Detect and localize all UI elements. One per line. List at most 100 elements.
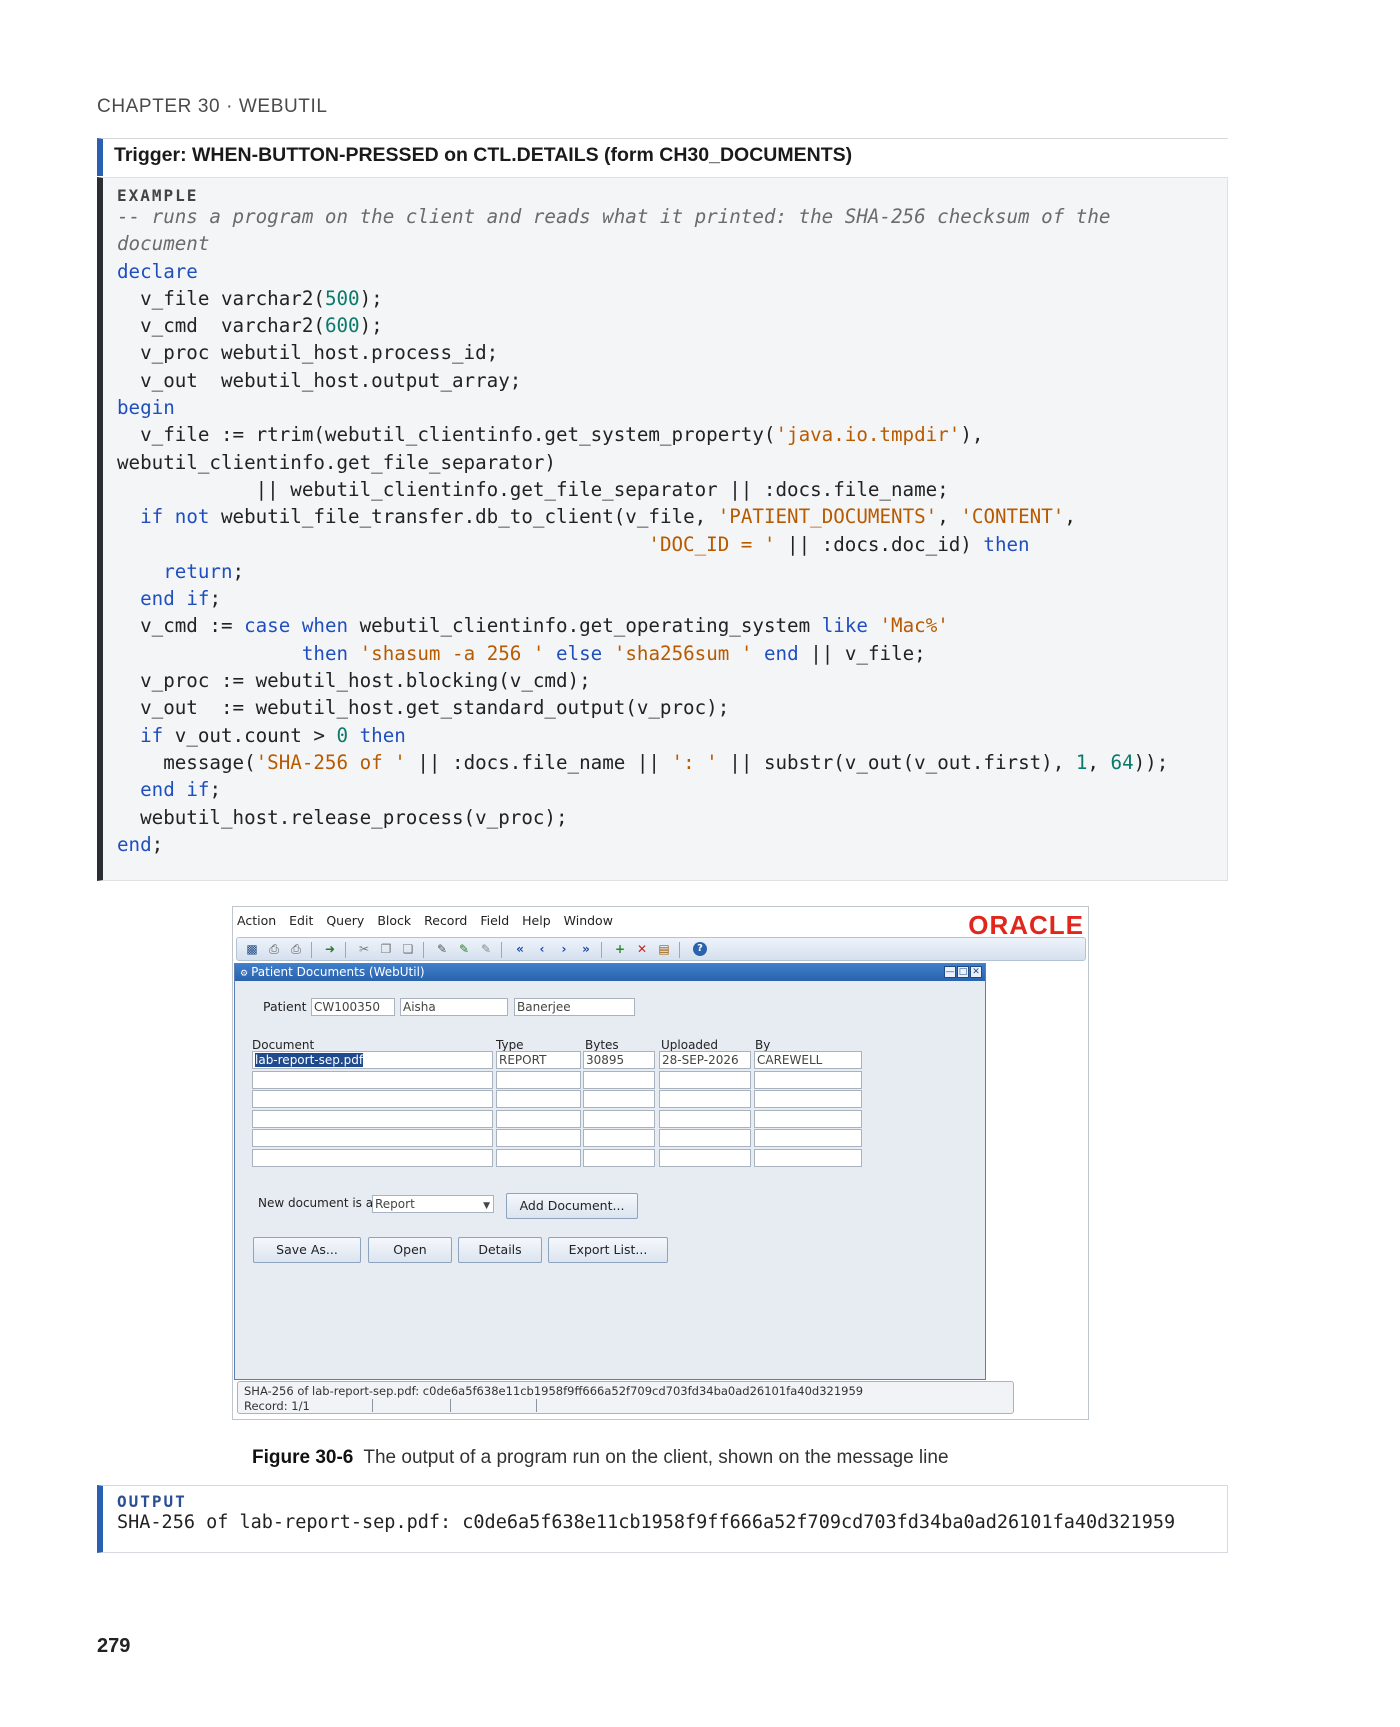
enter-query-icon[interactable]: ✎ (435, 942, 449, 956)
cut-icon[interactable]: ✂ (357, 942, 371, 956)
chevron-down-icon: ▼ (483, 1201, 490, 1211)
cell-by-row-5[interactable] (754, 1129, 862, 1147)
save-as-button[interactable]: Save As... (253, 1237, 361, 1263)
cell-by-row-1[interactable]: CAREWELL (754, 1051, 862, 1069)
trigger-title: Trigger: WHEN-BUTTON-PRESSED on CTL.DETA… (97, 138, 1228, 176)
cell-uploaded-row-1[interactable]: 28-SEP-2026 (659, 1051, 751, 1069)
cell-by-row-4[interactable] (754, 1109, 862, 1128)
cell-bytes-row-6[interactable] (583, 1148, 655, 1167)
cell-bytes-row-1[interactable]: 30895 (583, 1051, 655, 1069)
column-header-type: Type (496, 1038, 524, 1052)
figure-caption: Figure 30-6 The output of a program run o… (252, 1447, 949, 1469)
minimize-icon[interactable]: — (944, 966, 956, 978)
cell-type-row-2[interactable] (496, 1070, 581, 1089)
cell-by-row-2[interactable] (754, 1070, 862, 1089)
menu-record[interactable]: Record (424, 913, 467, 928)
record-indicator: Record: 1/1 (244, 1399, 310, 1413)
window-title: Patient Documents (WebUtil) (251, 965, 425, 979)
form-window: ⚙ Patient Documents (WebUtil) — □ ✕ Patient… (234, 963, 986, 1380)
patient-last-name-field[interactable]: Banerjee (514, 998, 635, 1016)
export-list-button[interactable]: Export List... (548, 1237, 668, 1263)
cell-text: CAREWELL (757, 1053, 823, 1067)
open-button[interactable]: Open (368, 1237, 452, 1263)
column-header-bytes: Bytes (585, 1038, 619, 1052)
figure-label: Figure 30-6 (252, 1447, 354, 1468)
menu-query[interactable]: Query (326, 913, 364, 928)
help-icon[interactable]: ? (693, 942, 707, 956)
print-setup-icon[interactable]: ⎙ (289, 942, 303, 956)
next-block-icon[interactable]: » (579, 942, 593, 956)
menu-block[interactable]: Block (377, 913, 411, 928)
paste-icon[interactable]: ❏ (401, 942, 415, 956)
cell-text: lab-report-sep.pdf (255, 1053, 364, 1067)
cell-document-row-5[interactable] (252, 1129, 493, 1147)
insert-record-icon[interactable]: + (613, 942, 627, 956)
exit-icon[interactable]: ➜ (323, 942, 337, 956)
cell-uploaded-row-5[interactable] (659, 1129, 751, 1147)
cell-type-row-6[interactable] (496, 1148, 581, 1167)
menu-edit[interactable]: Edit (289, 913, 313, 928)
cell-text: 28-SEP-2026 (662, 1053, 739, 1067)
cell-document-row-1[interactable]: lab-report-sep.pdf (252, 1051, 493, 1069)
window-title-bar: ⚙ Patient Documents (WebUtil) — □ ✕ (235, 964, 985, 981)
print-icon[interactable]: ⎙ (267, 942, 281, 956)
cell-type-row-4[interactable] (496, 1109, 581, 1128)
cell-bytes-row-2[interactable] (583, 1070, 655, 1089)
cell-uploaded-row-4[interactable] (659, 1109, 751, 1128)
menu-help[interactable]: Help (522, 913, 551, 928)
toolbar: ▩ ⎙ ⎙ ➜ ✂ ❐ ❏ ✎ ✎ ✎ « ‹ › » + ✕ ▤ ? (236, 937, 1086, 961)
new-document-label: New document is a (258, 1196, 374, 1210)
menu-window[interactable]: Window (564, 913, 613, 928)
maximize-icon[interactable]: □ (957, 966, 969, 978)
message-line: SHA-256 of lab-report-sep.pdf: c0de6a5f6… (244, 1384, 864, 1398)
figure-text: The output of a program run on the clien… (363, 1447, 949, 1468)
cell-uploaded-row-2[interactable] (659, 1070, 751, 1089)
cell-uploaded-row-3[interactable] (659, 1090, 751, 1108)
cell-document-row-6[interactable] (252, 1148, 493, 1167)
cell-by-row-6[interactable] (754, 1148, 862, 1167)
previous-record-icon[interactable]: ‹ (535, 942, 549, 956)
patient-id-field[interactable]: CW100350 (311, 998, 395, 1016)
forms-screenshot: Action Edit Query Block Record Field Hel… (232, 906, 1089, 1420)
menu-bar: Action Edit Query Block Record Field Hel… (237, 913, 622, 928)
column-header-by: By (755, 1038, 771, 1052)
document-type-value: Report (375, 1197, 415, 1211)
cell-uploaded-row-6[interactable] (659, 1148, 751, 1167)
close-icon[interactable]: ✕ (970, 966, 982, 978)
document-type-select[interactable]: Report ▼ (372, 1195, 494, 1213)
execute-query-icon[interactable]: ✎ (457, 942, 471, 956)
next-record-icon[interactable]: › (557, 942, 571, 956)
cell-document-row-3[interactable] (252, 1090, 493, 1108)
save-icon[interactable]: ▩ (245, 942, 259, 956)
copy-icon[interactable]: ❐ (379, 942, 393, 956)
lock-record-icon[interactable]: ▤ (657, 942, 671, 956)
cell-text: REPORT (499, 1053, 547, 1067)
example-code-box: EXAMPLE -- runs a program on the client … (97, 177, 1228, 881)
code-listing: -- runs a program on the client and read… (117, 205, 1169, 856)
cell-by-row-3[interactable] (754, 1090, 862, 1108)
cancel-query-icon[interactable]: ✎ (479, 942, 493, 956)
cell-document-row-2[interactable] (252, 1070, 493, 1089)
patient-first-name-field[interactable]: Aisha (400, 998, 508, 1016)
previous-block-icon[interactable]: « (513, 942, 527, 956)
cell-bytes-row-4[interactable] (583, 1109, 655, 1128)
patient-label: Patient (263, 999, 307, 1014)
menu-field[interactable]: Field (480, 913, 509, 928)
details-button[interactable]: Details (458, 1237, 542, 1263)
window-icon: ⚙ (240, 969, 249, 979)
cell-document-row-4[interactable] (252, 1109, 493, 1128)
add-document-button[interactable]: Add Document... (506, 1193, 638, 1219)
cell-type-row-3[interactable] (496, 1090, 581, 1108)
menu-action[interactable]: Action (237, 913, 276, 928)
status-bar: SHA-256 of lab-report-sep.pdf: c0de6a5f6… (237, 1381, 1014, 1414)
output-label: OUTPUT (117, 1492, 187, 1511)
cell-bytes-row-3[interactable] (583, 1090, 655, 1108)
chapter-heading: CHAPTER 30 · WEBUTIL (97, 96, 328, 117)
column-header-document: Document (252, 1038, 315, 1052)
page-number: 279 (97, 1635, 131, 1657)
cell-type-row-1[interactable]: REPORT (496, 1051, 581, 1069)
cell-type-row-5[interactable] (496, 1129, 581, 1147)
cell-bytes-row-5[interactable] (583, 1129, 655, 1147)
cell-text: 30895 (586, 1053, 625, 1067)
delete-record-icon[interactable]: ✕ (635, 942, 649, 956)
